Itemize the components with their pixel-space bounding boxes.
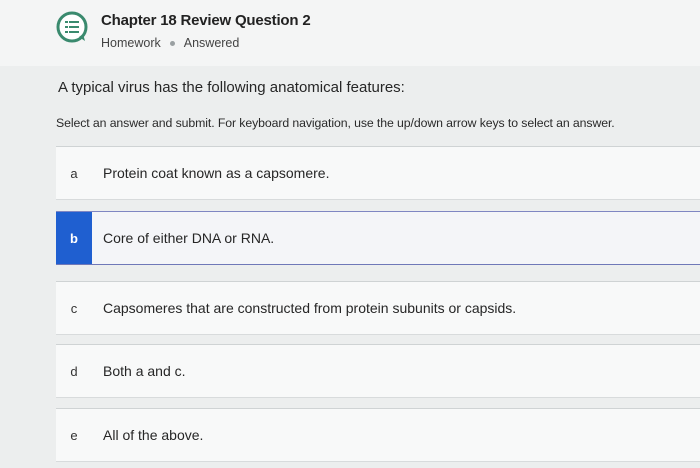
option-text: Core of either DNA or RNA.	[103, 230, 275, 246]
option-letter: c	[70, 300, 78, 316]
question-prompt: A typical virus has the following anatom…	[58, 79, 405, 96]
answer-option-b[interactable]: b Core of either DNA or RNA.	[56, 211, 700, 265]
question-list-icon	[55, 10, 89, 44]
answer-instruction: Select an answer and submit. For keyboar…	[56, 116, 615, 130]
option-letter: e	[70, 427, 78, 443]
option-text: Both a and c.	[103, 363, 186, 379]
answer-option-e[interactable]: e All of the above.	[56, 408, 700, 462]
status-label: Answered	[183, 36, 240, 50]
option-text: Protein coat known as a capsomere.	[103, 165, 330, 181]
option-text: Capsomeres that are constructed from pro…	[103, 300, 517, 316]
option-letter: a	[70, 165, 78, 181]
answer-option-d[interactable]: d Both a and c.	[56, 344, 700, 398]
option-text: All of the above.	[103, 427, 204, 443]
separator-dot	[169, 40, 175, 46]
question-meta: Homework Answered	[101, 36, 239, 50]
option-letter: b	[56, 212, 92, 264]
option-letter: d	[70, 363, 78, 379]
answer-option-a[interactable]: a Protein coat known as a capsomere.	[56, 146, 700, 200]
category-label: Homework	[101, 36, 161, 50]
question-header: Chapter 18 Review Question 2 Homework An…	[0, 0, 700, 66]
page-title: Chapter 18 Review Question 2	[101, 12, 311, 29]
answer-option-c[interactable]: c Capsomeres that are constructed from p…	[56, 281, 700, 335]
